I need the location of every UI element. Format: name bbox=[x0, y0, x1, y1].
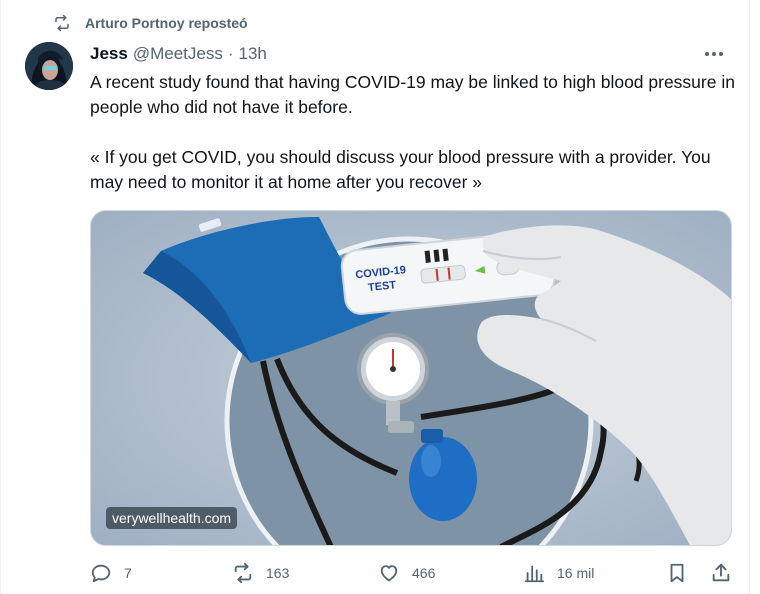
view-count: 16 mil bbox=[557, 565, 595, 581]
tweet-card[interactable]: Arturo Portnoy reposteó Jess @MeetJess ·… bbox=[0, 0, 750, 594]
separator-dot: · bbox=[227, 44, 234, 63]
bookmark-button[interactable] bbox=[666, 562, 688, 584]
reply-button[interactable]: 7 bbox=[90, 562, 132, 584]
repost-button[interactable]: 163 bbox=[232, 562, 289, 584]
tweet-text: A recent study found that having COVID-1… bbox=[90, 70, 740, 195]
like-count: 466 bbox=[412, 565, 436, 581]
author-name[interactable]: Jess bbox=[90, 44, 128, 64]
avatar[interactable] bbox=[25, 42, 73, 90]
bookmark-icon bbox=[670, 563, 684, 583]
author-handle[interactable]: @MeetJess bbox=[133, 44, 223, 64]
like-button[interactable]: 466 bbox=[378, 562, 435, 584]
reply-icon bbox=[91, 564, 111, 583]
share-icon bbox=[712, 563, 730, 582]
repost-context[interactable]: Arturo Portnoy reposteó bbox=[53, 14, 248, 32]
image-source-label: verywellhealth.com bbox=[106, 507, 238, 529]
reply-count: 7 bbox=[124, 565, 132, 581]
tweet-paragraph: A recent study found that having COVID-1… bbox=[90, 72, 735, 117]
tweet-header: Jess @MeetJess · 13h bbox=[90, 44, 267, 64]
repost-label: Arturo Portnoy reposteó bbox=[85, 15, 248, 31]
tweet-actions: 7 163 466 16 mil bbox=[90, 562, 735, 588]
repost-icon bbox=[234, 562, 252, 584]
more-icon bbox=[705, 52, 723, 56]
more-options-button[interactable] bbox=[703, 44, 725, 64]
repost-count: 163 bbox=[266, 565, 290, 581]
tweet-paragraph: « If you get COVID, you should discuss y… bbox=[90, 147, 711, 192]
analytics-icon bbox=[524, 565, 545, 583]
tweet-image[interactable]: COVID-19 TEST verywellhealth.com bbox=[90, 210, 732, 546]
heart-icon bbox=[380, 565, 398, 582]
blood-pressure-covid-test-illustration: COVID-19 TEST bbox=[91, 211, 731, 545]
share-button[interactable] bbox=[710, 562, 732, 584]
tweet-time[interactable]: 13h bbox=[239, 44, 267, 64]
repost-icon bbox=[55, 14, 69, 32]
views-button[interactable]: 16 mil bbox=[523, 562, 594, 584]
